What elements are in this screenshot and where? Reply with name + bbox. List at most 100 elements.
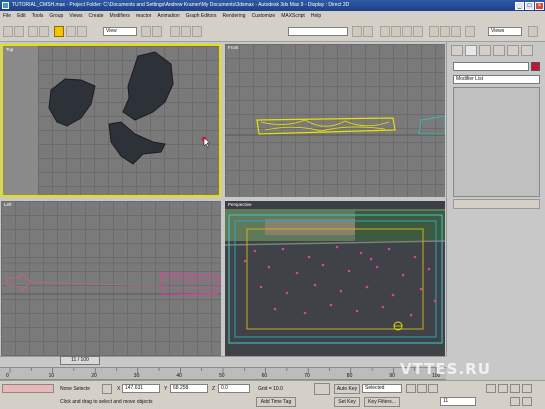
auto-key-button[interactable]: Auto Key [334, 384, 360, 394]
render-frame-icon[interactable] [465, 26, 475, 37]
add-time-tag-button[interactable]: Add Time Tag [256, 397, 296, 407]
render-view-dropdown[interactable]: Views [488, 27, 522, 36]
menu-bar: File Edit Tools Group Views Create Modif… [0, 11, 545, 21]
percent-snap-icon[interactable] [192, 26, 202, 37]
status-bar: None Selecte X 147.631 Y 68.258 Z 0.0 Gr… [0, 380, 545, 409]
maximize-button[interactable]: □ [525, 2, 534, 10]
key-filters-button[interactable]: Key Filters... [364, 397, 400, 407]
material-editor-icon[interactable] [413, 26, 423, 37]
key-icon[interactable] [314, 383, 330, 395]
align-icon[interactable] [363, 26, 373, 37]
viewport-left[interactable]: Left [1, 201, 221, 356]
y-coordinate-field[interactable]: 68.258 [170, 384, 208, 393]
snap-toggle-icon[interactable] [170, 26, 180, 37]
time-slider-thumb[interactable]: 11 / 100 [60, 356, 100, 365]
select-and-scale-icon[interactable] [77, 26, 87, 37]
maxscript-listener-mini[interactable] [2, 384, 54, 393]
lock-selection-icon[interactable] [102, 384, 112, 394]
x-label: X [117, 386, 121, 392]
field-of-view-icon[interactable] [510, 397, 520, 406]
create-tab-icon[interactable] [451, 45, 463, 56]
menu-modifiers[interactable]: Modifiers [110, 13, 130, 19]
hierarchy-tab-icon[interactable] [479, 45, 491, 56]
menu-create[interactable]: Create [89, 13, 104, 19]
left-view-shapes [1, 262, 221, 296]
schematic-view-icon[interactable] [402, 26, 412, 37]
motion-tab-icon[interactable] [493, 45, 505, 56]
menu-reactor[interactable]: reactor [136, 13, 152, 19]
orbit-icon[interactable] [522, 384, 532, 393]
pivot-center-icon[interactable] [141, 26, 151, 37]
key-mode-dropdown[interactable]: Selected [362, 384, 402, 393]
render-setup-icon[interactable] [429, 26, 439, 37]
app-icon [2, 2, 9, 9]
menu-edit[interactable]: Edit [17, 13, 26, 19]
z-coordinate-field[interactable]: 0.0 [218, 384, 250, 393]
display-tab-icon[interactable] [507, 45, 519, 56]
viewport-front[interactable]: Front [225, 44, 445, 197]
coord-system-dropdown[interactable]: View [103, 27, 137, 36]
play-icon[interactable] [428, 384, 438, 393]
zoom-icon[interactable] [486, 384, 496, 393]
named-selection-dropdown[interactable] [288, 27, 348, 36]
menu-views[interactable]: Views [69, 13, 82, 19]
rock-shape-3 [108, 121, 166, 165]
camera-arrow [6, 272, 32, 292]
close-button[interactable]: × [535, 2, 544, 10]
main-toolbar: View Views [0, 21, 545, 42]
render-last-icon[interactable] [451, 26, 461, 37]
menu-maxscript[interactable]: MAXScript [281, 13, 305, 19]
zoom-all-icon[interactable] [498, 384, 508, 393]
track-tick-label: 10 [48, 373, 55, 379]
select-and-move-icon[interactable] [54, 26, 64, 37]
grid-size-display: Grid = 10.0 [258, 386, 283, 392]
maximize-viewport-icon[interactable] [522, 397, 532, 406]
manipulate-icon[interactable] [152, 26, 162, 37]
quick-render-icon[interactable] [440, 26, 450, 37]
go-to-start-icon[interactable] [406, 384, 416, 393]
track-tick-label: 30 [133, 373, 140, 379]
select-link-icon[interactable] [28, 26, 38, 37]
angle-snap-icon[interactable] [181, 26, 191, 37]
track-tick-label: 50 [219, 373, 225, 379]
previous-frame-icon[interactable] [417, 384, 427, 393]
minimize-button[interactable]: _ [515, 2, 524, 10]
modify-tab-icon[interactable] [465, 45, 477, 56]
menu-animation[interactable]: Animation [157, 13, 179, 19]
track-tick-label: 70 [304, 373, 310, 379]
x-coordinate-field[interactable]: 147.631 [122, 384, 160, 393]
curve-editor-icon[interactable] [391, 26, 401, 37]
mirror-icon[interactable] [352, 26, 362, 37]
set-key-button[interactable]: Set Key [334, 397, 360, 407]
particle-cloud-hatch [164, 274, 216, 296]
menu-tools[interactable]: Tools [32, 13, 44, 19]
top-view-shapes [48, 51, 211, 165]
object-name-field[interactable] [453, 62, 529, 71]
object-color-swatch[interactable] [531, 62, 540, 71]
menu-graph-editors[interactable]: Graph Editors [186, 13, 217, 19]
track-tick-label: 80 [346, 373, 353, 379]
track-bar[interactable]: 0 10 20 30 40 50 60 70 80 90 100 [0, 367, 446, 380]
teapot-render-icon[interactable] [528, 26, 538, 37]
modifier-list-dropdown[interactable]: Modifier List [453, 75, 540, 84]
menu-file[interactable]: File [3, 13, 11, 19]
modifier-stack[interactable] [453, 87, 540, 197]
utilities-tab-icon[interactable] [521, 45, 533, 56]
menu-group[interactable]: Group [49, 13, 63, 19]
layer-manager-icon[interactable] [380, 26, 390, 37]
menu-help[interactable]: Help [311, 13, 321, 19]
mouse-pointer-icon [203, 137, 211, 149]
redo-icon[interactable] [14, 26, 24, 37]
undo-icon[interactable] [3, 26, 13, 37]
select-and-rotate-icon[interactable] [66, 26, 76, 37]
command-panel: Modifier List [446, 42, 545, 356]
viewport-top[interactable]: Top [1, 44, 221, 197]
menu-customize[interactable]: Customize [252, 13, 276, 19]
viewport-perspective[interactable]: Perspective [225, 201, 445, 356]
track-tick-label: 0 [6, 373, 9, 379]
unlink-icon[interactable] [39, 26, 49, 37]
z-label: Z [212, 386, 216, 392]
current-frame-field[interactable]: 11 [440, 397, 476, 406]
menu-rendering[interactable]: Rendering [223, 13, 246, 19]
pan-icon[interactable] [510, 384, 520, 393]
